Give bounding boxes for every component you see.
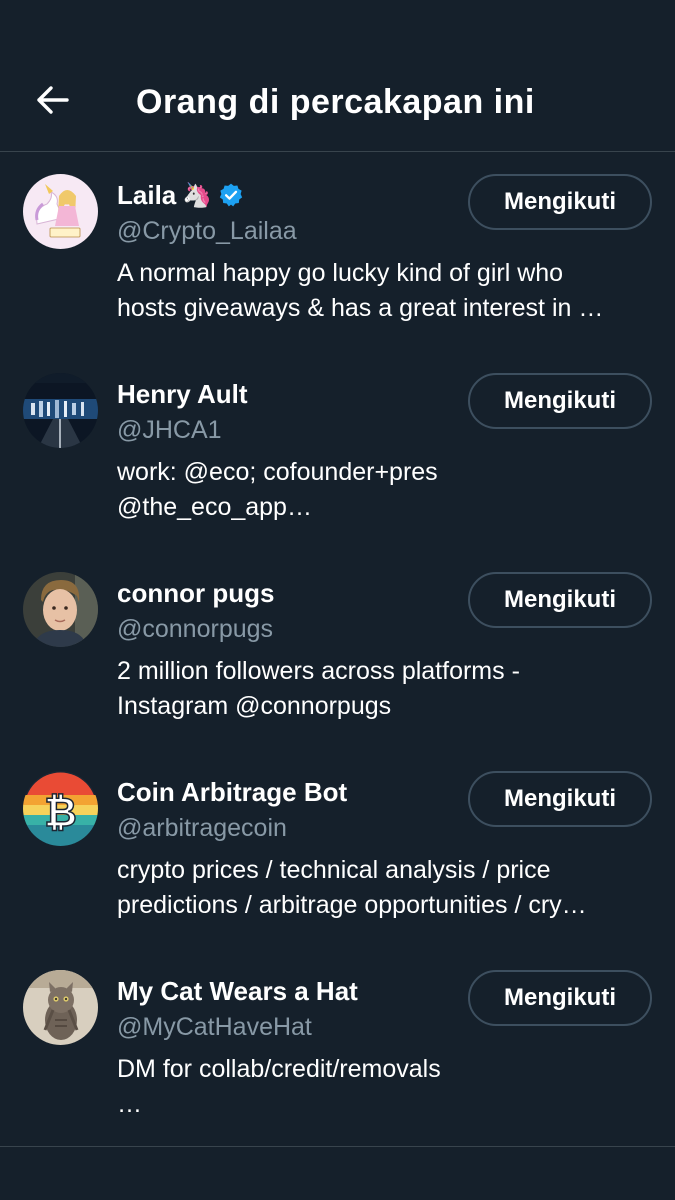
user-row-my-cat-wears-a-hat[interactable]: My Cat Wears a Hat @MyCatHaveHat DM for … [0, 948, 675, 1147]
avatar-image [23, 174, 98, 249]
name-line: connor pugs [117, 576, 274, 610]
user-name: Henry Ault [117, 379, 248, 409]
avatar[interactable] [23, 174, 98, 249]
bio-line: Instagram @connorpugs [117, 692, 392, 720]
bio-line: crypto prices / technical analysis / pri… [117, 856, 551, 884]
bio-line: @the_eco_app… [117, 493, 312, 521]
user-row-coin-arbitrage-bot[interactable]: ₿ Coin Arbitrage Bot @arbitragecoin cryp… [0, 749, 675, 948]
avatar[interactable]: ₿ [23, 771, 98, 846]
user-name: Coin Arbitrage Bot [117, 777, 348, 807]
bio-line: hosts giveaways & has a great interest i… [117, 294, 604, 322]
bio-line: A normal happy go lucky kind of girl who [117, 259, 564, 287]
user-handle: @JHCA1 [117, 416, 222, 444]
following-button[interactable]: Mengikuti [468, 373, 652, 429]
following-button[interactable]: Mengikuti [468, 771, 652, 827]
avatar-image [23, 572, 98, 647]
avatar[interactable] [23, 572, 98, 647]
svg-text:₿: ₿ [44, 790, 77, 836]
user-handle: @Crypto_Lailaa [117, 217, 297, 245]
user-bio: crypto prices / technical analysis / pri… [117, 853, 657, 923]
avatar[interactable] [23, 970, 98, 1045]
name-line: Coin Arbitrage Bot [117, 775, 347, 809]
following-button[interactable]: Mengikuti [468, 970, 652, 1026]
user-name: Laila [117, 180, 177, 210]
name-line: Laila 🦄 [117, 178, 244, 212]
user-name: My Cat Wears a Hat [117, 976, 358, 1006]
name-line: My Cat Wears a Hat [117, 974, 358, 1008]
user-handle: @MyCatHaveHat [117, 1013, 312, 1041]
arrow-left-icon [37, 86, 69, 114]
avatar[interactable] [23, 373, 98, 448]
bio-line: 2 million followers across platforms - [117, 657, 520, 685]
user-list: Laila 🦄 @Crypto_Lailaa A normal happy go… [0, 152, 675, 1147]
user-bio: DM for collab/credit/removals … [117, 1052, 657, 1122]
user-row-connor-pugs[interactable]: connor pugs @connorpugs 2 million follow… [0, 550, 675, 749]
header: Orang di percakapan ini [0, 0, 675, 152]
following-button[interactable]: Mengikuti [468, 572, 652, 628]
back-button[interactable] [26, 76, 78, 124]
bio-line: work: @eco; cofounder+pres [117, 458, 438, 486]
bio-line: … [117, 1090, 142, 1118]
bio-line: DM for collab/credit/removals [117, 1055, 441, 1083]
avatar-image [23, 373, 98, 448]
user-row-henry-ault[interactable]: Henry Ault @JHCA1 work: @eco; cofounder+… [0, 351, 675, 550]
user-handle: @connorpugs [117, 615, 274, 643]
user-row-laila[interactable]: Laila 🦄 @Crypto_Lailaa A normal happy go… [0, 152, 675, 351]
following-button[interactable]: Mengikuti [468, 174, 652, 230]
page-title: Orang di percakapan ini [136, 83, 535, 121]
user-name: connor pugs [117, 578, 275, 608]
name-line: Henry Ault [117, 377, 248, 411]
avatar-image: ₿ [23, 771, 98, 846]
user-bio: A normal happy go lucky kind of girl who… [117, 256, 657, 326]
user-bio: work: @eco; cofounder+pres @the_eco_app… [117, 455, 657, 525]
list-divider [0, 1146, 675, 1147]
conversation-people-screen: Orang di percakapan ini Laila 🦄 @Crypto_… [0, 0, 675, 1200]
avatar-image [23, 970, 98, 1045]
unicorn-icon: 🦄 [182, 181, 213, 209]
user-bio: 2 million followers across platforms - I… [117, 654, 657, 724]
bio-line: predictions / arbitrage opportunities / … [117, 891, 587, 919]
verified-badge-icon [219, 183, 243, 207]
user-handle: @arbitragecoin [117, 814, 287, 842]
